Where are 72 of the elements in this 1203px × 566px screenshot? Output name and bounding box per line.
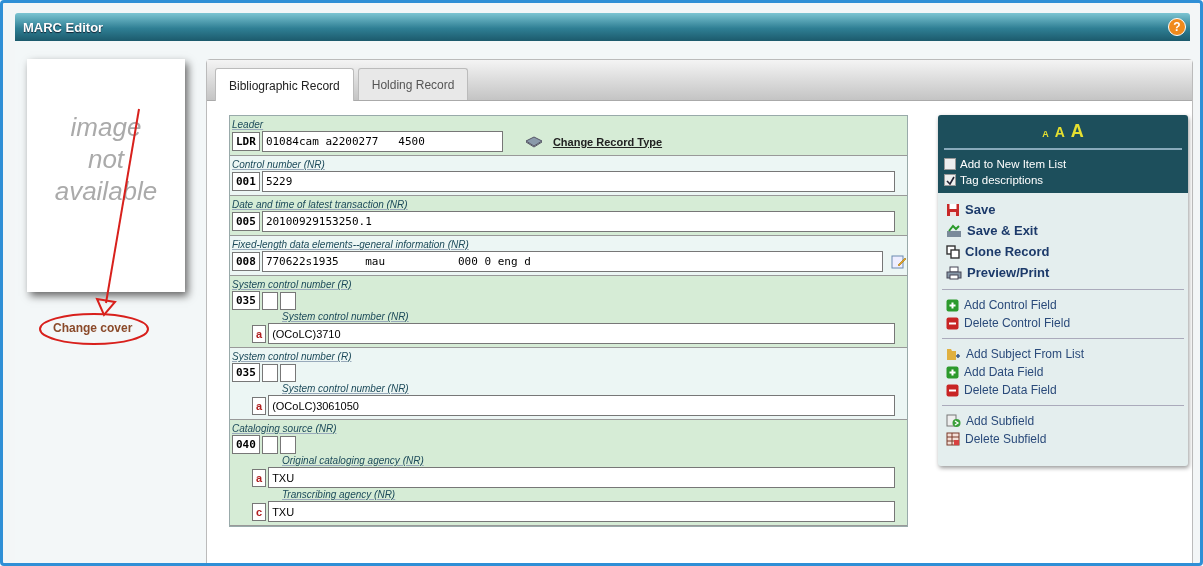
folder-plus-icon xyxy=(946,347,961,361)
sidebar-action[interactable]: Add Subject From List xyxy=(946,345,1180,363)
subfield-code[interactable]: a xyxy=(252,324,267,343)
field-label: System control number (R) xyxy=(232,350,353,363)
subfield-value-field[interactable]: TXU xyxy=(268,467,895,488)
field-label: Cataloging source (NR) xyxy=(232,422,338,435)
edit-icon[interactable] xyxy=(891,253,907,270)
tab[interactable]: Holding Record xyxy=(357,68,469,100)
subfield-code[interactable]: c xyxy=(252,502,267,521)
tag-field[interactable]: 008 xyxy=(232,252,260,271)
indicator-field[interactable] xyxy=(279,435,296,454)
indicator-field[interactable] xyxy=(279,291,296,310)
subfield-value-field[interactable]: TXU xyxy=(268,501,895,522)
subfield-label: Transcribing agency (NR) xyxy=(282,488,397,501)
indicator-field[interactable] xyxy=(261,435,278,454)
change-cover-link[interactable]: Change cover xyxy=(53,321,133,335)
printer-icon xyxy=(946,265,962,280)
plus-icon xyxy=(946,298,959,312)
checkbox-label: Add to New Item List xyxy=(960,157,1067,172)
checkbox[interactable] xyxy=(944,174,956,186)
subfield-code[interactable]: a xyxy=(252,468,267,487)
value-field[interactable]: 5229 xyxy=(261,171,895,192)
indicator-field[interactable] xyxy=(279,363,296,382)
subfield-value-field[interactable]: (OCoLC)3710 xyxy=(268,323,895,344)
plus-icon xyxy=(946,365,959,379)
indicator-field[interactable] xyxy=(261,291,278,310)
field-label: Fixed-length data elements--general information (NR) xyxy=(232,238,470,251)
table-arrow-icon xyxy=(946,414,961,428)
tab[interactable]: Bibliographic Record xyxy=(215,68,354,101)
sidebar-action[interactable]: Delete Subfield xyxy=(946,430,1180,448)
field-label: Control number (NR) xyxy=(232,158,326,171)
sidebar-action[interactable]: Save & Exit xyxy=(946,220,1180,241)
change-record-type-link[interactable]: Change Record Type xyxy=(552,135,663,148)
checkbox-label: Tag descriptions xyxy=(960,173,1044,188)
table-remove-icon xyxy=(946,432,960,446)
font-size-button[interactable]: A xyxy=(1054,124,1065,140)
value-field[interactable]: 20100929153250.1 xyxy=(261,211,895,232)
tray-arrow-icon xyxy=(946,223,962,238)
font-size-button[interactable]: A xyxy=(1042,129,1049,139)
window-title: MARC Editor xyxy=(23,19,104,35)
subfield-code[interactable]: a xyxy=(252,396,267,415)
tag-field[interactable]: 035 xyxy=(232,291,260,310)
sidebar-action[interactable]: Add Subfield xyxy=(946,412,1180,430)
sidebar-action[interactable]: Save xyxy=(946,199,1180,220)
subfield-label: System control number (NR) xyxy=(282,310,410,323)
field-label: Date and time of latest transaction (NR) xyxy=(232,198,409,211)
indicator-field[interactable] xyxy=(261,363,278,382)
field-label: Leader xyxy=(232,118,265,131)
font-size-button[interactable]: A xyxy=(1070,121,1084,142)
sidebar-action[interactable]: Add Data Field xyxy=(946,363,1180,381)
sidebar-action[interactable]: Delete Control Field xyxy=(946,314,1180,332)
sidebar-action[interactable]: Add Control Field xyxy=(946,296,1180,314)
sidebar-action[interactable]: Clone Record xyxy=(946,241,1180,262)
subfield-value-field[interactable]: (OCoLC)3061050 xyxy=(268,395,895,416)
checkbox[interactable] xyxy=(944,158,956,170)
copy-icon xyxy=(946,244,960,259)
sidebar-action[interactable]: Preview/Print xyxy=(946,262,1180,283)
subfield-label: Original cataloging agency (NR) xyxy=(282,454,425,467)
tag-field[interactable]: 005 xyxy=(232,212,260,231)
minus-icon xyxy=(946,383,959,397)
book-icon[interactable] xyxy=(524,134,543,149)
subfield-label: System control number (NR) xyxy=(282,382,410,395)
value-field[interactable]: 770622s1935 mau 000 0 eng d xyxy=(261,251,883,272)
tag-field[interactable]: LDR xyxy=(232,132,260,151)
tag-field[interactable]: 001 xyxy=(232,172,260,191)
field-label: System control number (R) xyxy=(232,278,353,291)
sidebar-action[interactable]: Delete Data Field xyxy=(946,381,1180,399)
tag-field[interactable]: 035 xyxy=(232,363,260,382)
cover-placeholder-text: not xyxy=(87,143,125,175)
value-field[interactable]: 01084cam a2200277 4500 xyxy=(261,131,503,152)
minus-icon xyxy=(946,316,959,330)
tag-field[interactable]: 040 xyxy=(232,435,260,454)
